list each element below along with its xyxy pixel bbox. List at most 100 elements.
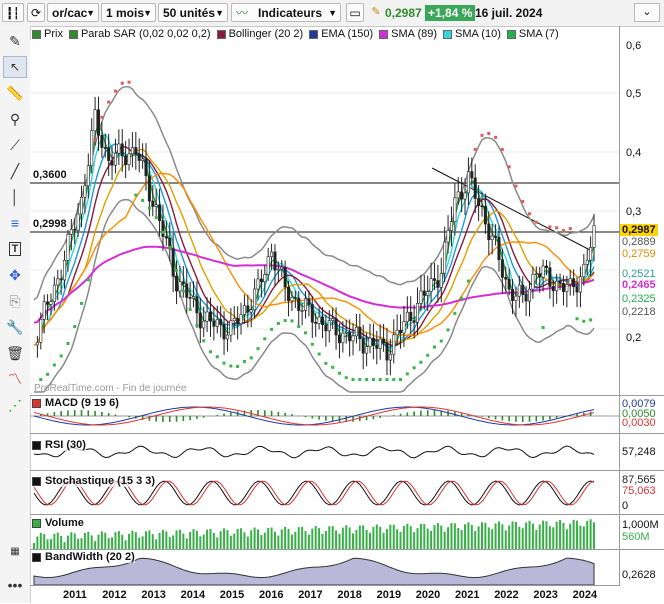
volume-bar: [535, 530, 537, 549]
last-price: 0,2987: [385, 6, 422, 20]
delete-tool[interactable]: 🗑: [3, 342, 27, 364]
copy-tool[interactable]: ⎘: [3, 290, 27, 312]
drawing-toolbar: ✎ ↖ 📏 ⚲ ⟋ ╱ │ ≡ T ✥ ⎘ 🔧 🗑 〽 ⋰ ▦ •••: [0, 26, 31, 603]
move-tool[interactable]: ✥: [3, 264, 27, 286]
ruler-tool[interactable]: 📏: [3, 82, 27, 104]
candle-body: [572, 279, 574, 287]
volume-bar: [464, 524, 466, 549]
vertical-line-icon: │: [11, 189, 20, 205]
volume-bar: [410, 526, 412, 549]
sar-dot: [94, 139, 97, 142]
zoom-tool[interactable]: ⚲: [3, 108, 27, 130]
line-tool[interactable]: ╱: [3, 160, 27, 182]
volume-bar: [243, 532, 245, 549]
vertical-line-tool[interactable]: │: [3, 186, 27, 208]
legend-swatch: [379, 30, 388, 39]
window-button[interactable]: ▭: [346, 3, 364, 22]
overlay-tool[interactable]: ▦: [3, 540, 27, 562]
year-label: 2022: [494, 589, 518, 601]
volume-bar: [101, 531, 103, 549]
volume-bar: [454, 523, 456, 549]
volume-bar: [216, 537, 218, 549]
sar-dot: [311, 343, 314, 346]
legend-item[interactable]: Bollinger (20 2): [217, 27, 304, 41]
sar-dot: [481, 134, 484, 137]
volume-bar: [413, 532, 415, 549]
overlay-icon: ▦: [10, 546, 19, 557]
sar-dot: [73, 325, 76, 328]
volume-bar: [549, 526, 551, 549]
candle-body: [566, 284, 568, 291]
sar-dot: [223, 362, 226, 365]
volume-bar: [223, 528, 225, 549]
price-tag-sar: 0,2325: [620, 293, 658, 305]
chevron-down-icon: ▼: [328, 4, 337, 23]
settings-tool[interactable]: 🔧: [3, 316, 27, 338]
channel-tool[interactable]: ⋰: [3, 394, 27, 416]
more-button[interactable]: ⌄: [634, 3, 660, 22]
volume-bar: [155, 539, 157, 549]
candle-body: [399, 330, 401, 333]
volume-bar: [420, 524, 422, 549]
trash-icon: 🗑: [6, 345, 24, 362]
units-value: 50 unités: [163, 6, 215, 20]
macd-histogram-bar: [115, 414, 117, 416]
candle-body: [192, 297, 194, 299]
macd-histogram-bar: [407, 412, 409, 416]
volume-bar: [467, 522, 469, 549]
indicators-button[interactable]: 〰 Indicateurs▼: [231, 3, 341, 22]
sar-dot: [399, 378, 402, 381]
volume-bar: [74, 533, 76, 549]
legend-item[interactable]: EMA (150): [309, 27, 373, 41]
volume-bar: [267, 528, 269, 549]
ticker-select[interactable]: or/cac▼: [47, 3, 99, 22]
chart-type-button[interactable]: ┇┆: [2, 3, 24, 22]
volume-bar: [186, 538, 188, 549]
volume-bar: [505, 530, 507, 549]
legend-item[interactable]: Prix: [32, 27, 63, 41]
fibonacci-tool[interactable]: ≡: [3, 212, 27, 234]
volume-bar: [179, 530, 181, 549]
candle-body: [175, 276, 177, 291]
sar-dot: [107, 101, 110, 104]
pencil-tool[interactable]: ✎: [3, 30, 27, 52]
candle-body: [593, 225, 595, 247]
volume-bar: [335, 530, 337, 549]
edit-button[interactable]: ✎: [369, 5, 383, 20]
macd-histogram-bar: [196, 416, 198, 419]
menu-tool[interactable]: •••: [3, 574, 27, 596]
price-chart[interactable]: [30, 40, 620, 395]
macd-histogram-bar: [60, 411, 62, 416]
volume-bar: [372, 527, 374, 549]
volume-bar: [108, 538, 110, 549]
macd-histogram-bar: [454, 412, 456, 416]
volume-chart[interactable]: [30, 515, 620, 549]
segment-tool[interactable]: ⟋: [3, 134, 27, 156]
legend-item[interactable]: SMA (89): [379, 27, 437, 41]
macd-histogram-bar: [413, 411, 415, 416]
candle-body: [460, 192, 462, 199]
volume-bar: [254, 528, 256, 549]
units-select[interactable]: 50 unités▼: [158, 3, 228, 22]
chevron-down-icon: ▼: [215, 4, 224, 23]
legend-item[interactable]: SMA (7): [507, 27, 559, 41]
candle-body: [552, 286, 554, 290]
pointer-tool[interactable]: ↖: [3, 56, 27, 78]
text-tool[interactable]: T: [3, 238, 27, 260]
volume-bar: [138, 538, 140, 549]
period-select[interactable]: 1 mois▼: [101, 3, 156, 22]
trend-tool[interactable]: 〽: [3, 368, 27, 390]
sar-dot: [229, 365, 232, 368]
macd-histogram-bar: [325, 416, 327, 421]
candle-body: [311, 304, 313, 322]
legend-item[interactable]: Parab SAR (0,02 0,02 0,2): [69, 27, 211, 41]
volume-bar: [182, 534, 184, 549]
candle-body: [223, 324, 225, 339]
refresh-button[interactable]: ⟳: [27, 3, 45, 22]
volume-bar: [114, 532, 116, 549]
legend-item[interactable]: SMA (10): [443, 27, 501, 41]
sar-dot: [257, 347, 260, 350]
rsi-chart[interactable]: [30, 434, 620, 470]
macd-histogram-bar: [495, 416, 497, 419]
sar-dot: [250, 356, 253, 359]
